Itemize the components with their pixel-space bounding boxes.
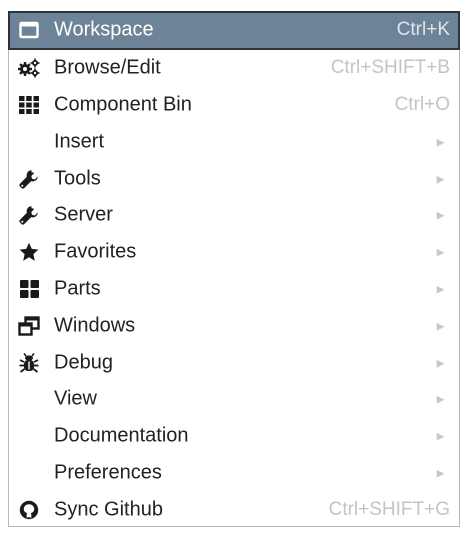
windows-restore-icon — [18, 315, 40, 337]
menu-item-debug[interactable]: Debug ► — [9, 344, 459, 381]
menu-item-label: Preferences — [54, 461, 162, 484]
submenu-arrow-icon: ► — [434, 244, 447, 260]
submenu-arrow-icon: ► — [434, 355, 447, 371]
menu-item-label: Server — [54, 203, 113, 226]
shortcut-text: Ctrl+SHIFT+G — [328, 498, 450, 520]
menu-item-view[interactable]: View ► — [9, 381, 459, 418]
submenu-arrow-icon: ► — [434, 134, 447, 150]
menu-item-label: Debug — [54, 351, 113, 374]
wrench-icon — [18, 204, 40, 226]
gears-icon — [18, 57, 40, 79]
wrench-icon — [18, 168, 40, 190]
menu-item-label: Tools — [54, 167, 101, 190]
menu-item-windows[interactable]: Windows ► — [9, 307, 459, 344]
submenu-arrow-icon: ► — [434, 391, 447, 407]
menu-item-label: Browse/Edit — [54, 56, 161, 79]
menu-item-label: View — [54, 387, 97, 410]
menu-item-label: Documentation — [54, 424, 189, 447]
submenu-arrow-icon: ► — [434, 465, 447, 481]
star-icon — [18, 241, 40, 263]
bug-icon — [18, 352, 40, 374]
menu-item-label: Sync Github — [54, 498, 163, 521]
submenu-arrow-icon: ► — [434, 318, 447, 334]
menu-item-label: Favorites — [54, 240, 137, 263]
menu-item-server[interactable]: Server ► — [9, 197, 459, 234]
menu-item-label: Windows — [54, 314, 136, 337]
menu-item-parts[interactable]: Parts ► — [9, 271, 459, 308]
submenu-arrow-icon: ► — [434, 428, 447, 444]
shortcut-text: Ctrl+O — [394, 93, 450, 115]
menu-item-favorites[interactable]: Favorites ► — [9, 234, 459, 271]
grid-icon — [18, 94, 40, 116]
menu-item-sync-github[interactable]: Sync Github Ctrl+SHIFT+G — [9, 491, 459, 528]
submenu-arrow-icon: ► — [434, 207, 447, 223]
submenu-arrow-icon: ► — [434, 171, 447, 187]
window-icon — [18, 19, 40, 41]
menu-item-insert[interactable]: Insert ► — [9, 123, 459, 160]
menu-item-label: Parts — [54, 277, 101, 300]
th-large-icon — [18, 278, 40, 300]
menu-item-preferences[interactable]: Preferences ► — [9, 455, 459, 492]
github-icon — [18, 499, 40, 521]
menu-item-label: Workspace — [54, 18, 154, 41]
menu-item-label: Insert — [54, 130, 105, 153]
menu-item-workspace[interactable]: Workspace Ctrl+K — [8, 11, 460, 50]
shortcut-text: Ctrl+SHIFT+B — [330, 57, 450, 79]
menu-item-label: Component Bin — [54, 93, 192, 116]
submenu-arrow-icon: ► — [434, 281, 447, 297]
menu-item-tools[interactable]: Tools ► — [9, 160, 459, 197]
menu-item-component-bin[interactable]: Component Bin Ctrl+O — [9, 87, 459, 124]
main-menu: Workspace Ctrl+K Browse/Edit Ctrl+SHIFT+… — [8, 11, 460, 527]
menu-item-documentation[interactable]: Documentation ► — [9, 418, 459, 455]
shortcut-text: Ctrl+K — [396, 19, 450, 41]
menu-item-browse-edit[interactable]: Browse/Edit Ctrl+SHIFT+B — [9, 50, 459, 87]
